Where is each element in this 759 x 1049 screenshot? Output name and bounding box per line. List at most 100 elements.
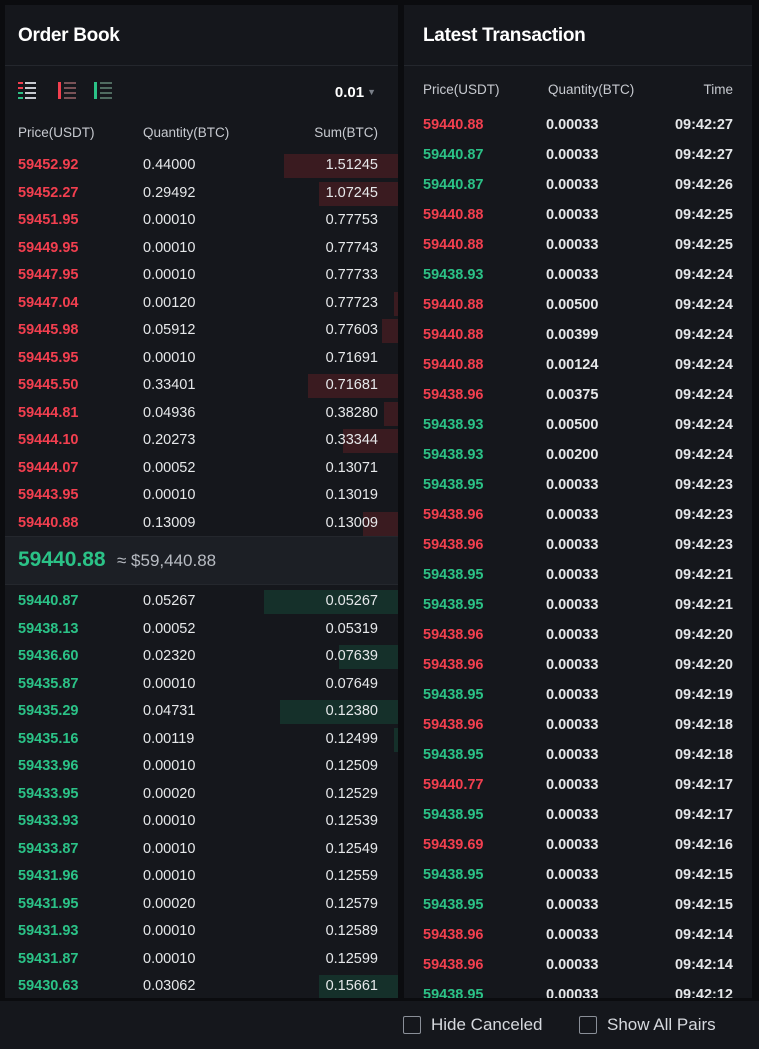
- order-quantity: 0.00010: [143, 923, 196, 939]
- order-quantity: 0.00052: [143, 620, 196, 637]
- ask-row[interactable]: 59447.95 0.00010 0.77733: [5, 262, 398, 290]
- transaction-row: 59438.95 0.00033 09:42:12: [404, 982, 752, 998]
- orderbook-asks-icon[interactable]: [58, 82, 76, 100]
- order-sum: 0.05319: [325, 620, 378, 637]
- order-price: 59431.87: [18, 950, 79, 967]
- header-quantity: Quantity(BTC): [548, 82, 635, 97]
- ask-row[interactable]: 59449.95 0.00010 0.77743: [5, 235, 398, 263]
- header-quantity: Quantity(BTC): [143, 125, 230, 140]
- transaction-price: 59440.77: [423, 777, 484, 793]
- transaction-price: 59440.87: [423, 147, 484, 163]
- transaction-time: 09:42:25: [674, 237, 733, 253]
- transaction-quantity: 0.00033: [546, 597, 599, 613]
- transaction-price: 59438.96: [423, 657, 484, 673]
- transaction-price: 59438.95: [423, 597, 484, 613]
- last-price-bar: 59440.88 ≈ $59,440.88: [5, 536, 398, 585]
- transaction-price: 59438.95: [423, 747, 484, 763]
- ask-row[interactable]: 59444.81 0.04936 0.38280: [5, 400, 398, 428]
- order-sum: 0.12599: [325, 950, 378, 967]
- transaction-time: 09:42:18: [674, 747, 733, 763]
- order-price: 59433.93: [18, 813, 79, 829]
- bid-row[interactable]: 59433.93 0.00010 0.12539: [5, 808, 398, 836]
- transaction-quantity: 0.00033: [546, 987, 599, 998]
- ask-row[interactable]: 59444.07 0.00052 0.13071: [5, 455, 398, 483]
- transaction-time: 09:42:27: [674, 147, 733, 163]
- depth-bar: [382, 319, 398, 343]
- transaction-row: 59438.93 0.00033 09:42:24: [404, 262, 752, 292]
- bid-row[interactable]: 59438.13 0.00052 0.05319: [5, 616, 398, 644]
- transaction-quantity: 0.00124: [546, 357, 599, 373]
- bid-row[interactable]: 59435.87 0.00010 0.07649: [5, 671, 398, 699]
- order-price: 59447.95: [18, 267, 79, 283]
- depth-bar: [394, 291, 398, 316]
- checkbox-box[interactable]: [579, 1016, 597, 1034]
- transaction-quantity: 0.00033: [546, 537, 599, 553]
- header-time: Time: [703, 82, 734, 97]
- order-sum: 0.12589: [325, 923, 378, 939]
- ask-row[interactable]: 59445.50 0.33401 0.71681: [5, 372, 398, 400]
- transaction-time: 09:42:20: [674, 657, 733, 673]
- transaction-price: 59440.88: [423, 297, 484, 313]
- hide-canceled-checkbox[interactable]: Hide Canceled: [403, 1015, 543, 1035]
- order-book-title: Order Book: [5, 5, 398, 66]
- transaction-row: 59438.95 0.00033 09:42:15: [404, 892, 752, 922]
- checkbox-box[interactable]: [403, 1016, 421, 1034]
- ask-row[interactable]: 59452.27 0.29492 1.07245: [5, 180, 398, 208]
- order-sum: 0.07639: [325, 648, 378, 664]
- ask-row[interactable]: 59451.95 0.00010 0.77753: [5, 207, 398, 235]
- ask-row[interactable]: 59447.04 0.00120 0.77723: [5, 290, 398, 318]
- transaction-price: 59438.96: [423, 387, 484, 403]
- bid-row[interactable]: 59433.96 0.00010 0.12509: [5, 753, 398, 781]
- ask-row[interactable]: 59443.95 0.00010 0.13019: [5, 482, 398, 510]
- orderbook-bids-icon[interactable]: [94, 82, 112, 100]
- ask-row[interactable]: 59452.92 0.44000 1.51245: [5, 152, 398, 180]
- transaction-time: 09:42:24: [674, 387, 733, 403]
- order-sum: 0.71691: [325, 349, 378, 366]
- precision-select[interactable]: 0.01 ▼: [335, 84, 376, 101]
- ask-row[interactable]: 59444.10 0.20273 0.33344: [5, 427, 398, 455]
- order-quantity: 0.02320: [143, 648, 196, 664]
- order-sum: 0.71681: [325, 377, 378, 393]
- bid-row[interactable]: 59431.95 0.00020 0.12579: [5, 891, 398, 919]
- ask-row[interactable]: 59445.95 0.00010 0.71691: [5, 345, 398, 373]
- order-price: 59449.95: [18, 239, 79, 256]
- transaction-time: 09:42:14: [674, 927, 733, 943]
- bid-row[interactable]: 59433.87 0.00010 0.12549: [5, 836, 398, 864]
- order-sum: 0.13071: [325, 459, 378, 476]
- order-price: 59438.13: [18, 620, 79, 637]
- ask-row[interactable]: 59440.88 0.13009 0.13009: [5, 510, 398, 538]
- bid-row[interactable]: 59435.16 0.00119 0.12499: [5, 726, 398, 754]
- transaction-quantity: 0.00033: [546, 507, 599, 523]
- transaction-price: 59438.96: [423, 507, 484, 523]
- transaction-price: 59438.93: [423, 417, 484, 433]
- show-all-pairs-label: Show All Pairs: [607, 1015, 716, 1034]
- bid-row[interactable]: 59431.96 0.00010 0.12559: [5, 863, 398, 891]
- bid-row[interactable]: 59440.87 0.05267 0.05267: [5, 588, 398, 616]
- bid-row[interactable]: 59431.93 0.00010 0.12589: [5, 918, 398, 946]
- transaction-time: 09:42:24: [674, 267, 733, 283]
- transaction-quantity: 0.00033: [546, 177, 599, 193]
- transaction-time: 09:42:16: [674, 837, 733, 853]
- transaction-time: 09:42:12: [674, 987, 733, 998]
- bid-row[interactable]: 59436.60 0.02320 0.07639: [5, 643, 398, 671]
- bid-row[interactable]: 59431.87 0.00010 0.12599: [5, 946, 398, 974]
- transaction-row: 59438.95 0.00033 09:42:18: [404, 742, 752, 772]
- order-price: 59435.87: [18, 675, 79, 692]
- hide-canceled-label: Hide Canceled: [431, 1015, 543, 1034]
- bid-row[interactable]: 59435.29 0.04731 0.12380: [5, 698, 398, 726]
- transaction-quantity: 0.00033: [546, 117, 599, 133]
- transaction-quantity: 0.00033: [546, 627, 599, 643]
- header-price: Price(USDT): [423, 82, 500, 97]
- order-quantity: 0.33401: [143, 377, 196, 393]
- show-all-pairs-checkbox[interactable]: Show All Pairs: [579, 1015, 716, 1035]
- order-quantity: 0.04936: [143, 404, 196, 421]
- ask-row[interactable]: 59445.98 0.05912 0.77603: [5, 317, 398, 345]
- bottom-bar: Hide Canceled Show All Pairs: [0, 1001, 759, 1049]
- bid-row[interactable]: 59430.63 0.03062 0.15661: [5, 973, 398, 998]
- order-quantity: 0.04731: [143, 703, 196, 719]
- header-price: Price(USDT): [18, 125, 95, 140]
- bid-list: 59440.87 0.05267 0.05267 59438.13 0.00052 0.0…: [5, 588, 398, 998]
- bid-row[interactable]: 59433.95 0.00020 0.12529: [5, 781, 398, 809]
- transaction-quantity: 0.00375: [546, 387, 599, 403]
- orderbook-both-icon[interactable]: [18, 82, 36, 100]
